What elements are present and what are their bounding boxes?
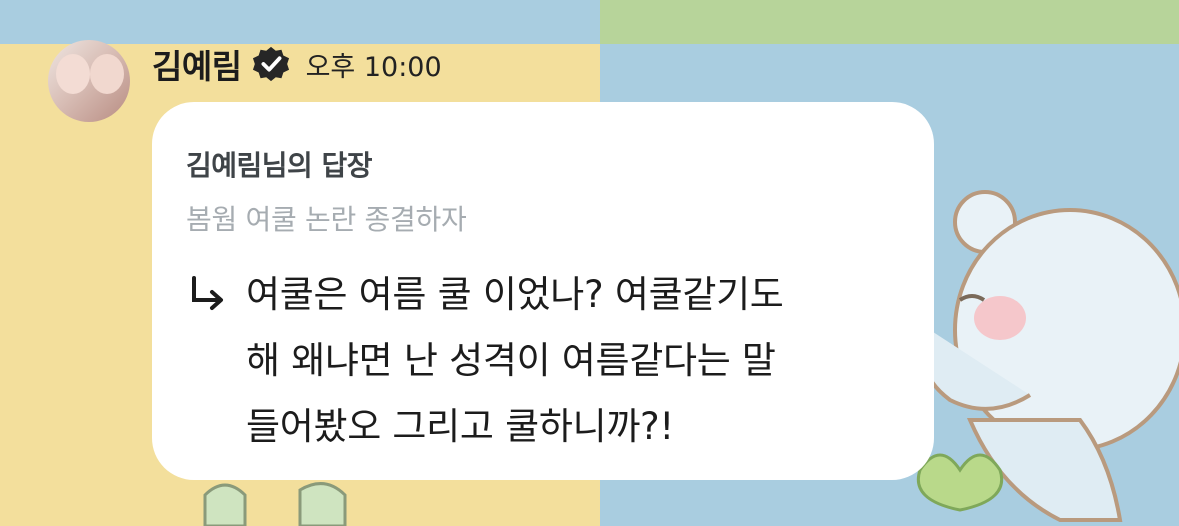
message-timestamp: 오후 10:00 — [305, 51, 442, 83]
message-text-line: 들어봤오 그리고 쿨하니까?! — [246, 405, 674, 448]
verified-badge-icon — [252, 46, 289, 82]
message-text-line: 해 왜냐면 난 성격이 여름같다는 말 — [246, 339, 776, 382]
avatar-photo-right — [90, 54, 124, 94]
message-text-line: 여쿨은 여름 쿨 이었나? 여쿨같기도 — [246, 273, 784, 316]
message-bubble[interactable]: 김예림님의 답장 봄웜 여쿨 논란 종결하자 여쿨은 여름 쿨 이었나? 여쿨같… — [152, 102, 934, 480]
reply-quoted-text[interactable]: 봄웜 여쿨 논란 종결하자 — [186, 198, 467, 238]
sender-name[interactable]: 김예림 — [152, 40, 242, 88]
message-text: 여쿨은 여름 쿨 이었나? 여쿨같기도 해 왜냐면 난 성격이 여름같다는 말 … — [246, 262, 918, 460]
avatar-photo-left — [56, 54, 90, 94]
message-header: 김예림 오후 10:00 — [152, 36, 442, 92]
reply-arrow-icon — [192, 276, 223, 310]
reply-title: 김예림님의 답장 — [186, 149, 373, 182]
avatar[interactable] — [48, 40, 130, 122]
